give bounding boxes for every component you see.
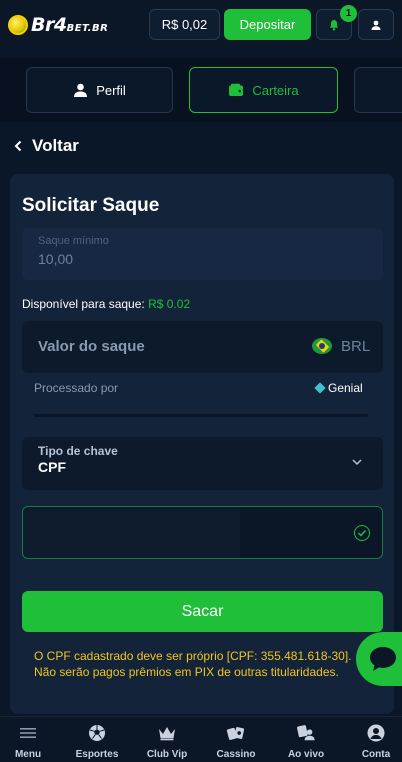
withdraw-amount-placeholder: Valor do saque bbox=[38, 338, 145, 355]
nav-conta-label: Conta bbox=[361, 749, 391, 760]
brazil-flag-icon bbox=[312, 338, 332, 354]
tab-more[interactable] bbox=[354, 67, 402, 113]
logo-text: Br4BET.BR bbox=[31, 14, 108, 36]
bell-icon bbox=[329, 19, 339, 30]
soccer-ball-icon bbox=[89, 725, 105, 741]
nav-menu[interactable]: Menu bbox=[10, 720, 46, 760]
divider bbox=[34, 414, 368, 417]
cards-icon bbox=[226, 727, 245, 740]
chat-bubble-icon bbox=[370, 647, 396, 671]
balance-display[interactable]: R$ 0,02 bbox=[149, 9, 220, 40]
crown-icon bbox=[159, 727, 175, 741]
cpf-warning-text: O CPF cadastrado deve ser próprio [CPF: … bbox=[34, 649, 352, 679]
min-withdraw-value: 10,00 bbox=[38, 251, 74, 267]
back-link[interactable]: Voltar bbox=[14, 133, 79, 159]
check-icon bbox=[357, 529, 367, 537]
nav-menu-label: Menu bbox=[14, 749, 42, 760]
wallet-icon bbox=[229, 83, 244, 96]
menu-icon bbox=[20, 728, 36, 738]
nav-cassino[interactable]: Cassino bbox=[213, 720, 259, 760]
user-icon bbox=[371, 20, 381, 30]
currency-label: BRL bbox=[341, 338, 371, 355]
nav-cassino-label: Cassino bbox=[216, 749, 256, 760]
balance-value: R$ 0,02 bbox=[161, 17, 208, 32]
chevron-left-icon bbox=[14, 140, 22, 152]
page-title: Solicitar Saque bbox=[22, 195, 160, 216]
chat-button[interactable] bbox=[356, 632, 402, 686]
logo-suffix-text: BET.BR bbox=[66, 23, 109, 34]
soccer-ball-logo-icon bbox=[8, 15, 28, 35]
diamond-icon bbox=[314, 382, 326, 394]
processor-name: Genial bbox=[314, 381, 363, 395]
user-icon bbox=[74, 83, 88, 97]
tab-carteira[interactable]: Carteira bbox=[189, 67, 338, 113]
logo-main-text: Br4 bbox=[31, 14, 67, 36]
live-dealer-icon bbox=[297, 725, 315, 741]
nav-conta[interactable]: Conta bbox=[358, 720, 394, 760]
processed-by-label: Processado por bbox=[34, 381, 119, 395]
nav-esportes-label: Esportes bbox=[75, 749, 119, 760]
available-amount: R$ 0.02 bbox=[148, 297, 191, 311]
key-type-label: Tipo de chave bbox=[38, 444, 118, 458]
nav-ao-vivo[interactable]: Ao vivo bbox=[283, 720, 329, 760]
check-circle-icon bbox=[354, 525, 370, 541]
back-label: Voltar bbox=[32, 136, 79, 155]
nav-club-vip-label: Club Vip bbox=[146, 749, 188, 760]
min-withdraw-label: Saque mínimo bbox=[38, 235, 109, 247]
available-label: Disponível para saque: bbox=[22, 297, 145, 311]
tab-carteira-label: Carteira bbox=[252, 82, 299, 98]
deposit-button[interactable]: Depositar bbox=[224, 9, 311, 40]
tab-perfil-label: Perfil bbox=[96, 82, 126, 98]
submit-withdraw-button[interactable]: Sacar bbox=[22, 591, 383, 632]
nav-esportes[interactable]: Esportes bbox=[72, 720, 122, 760]
chevron-down-icon bbox=[352, 459, 362, 466]
bottom-navigation bbox=[0, 716, 402, 762]
user-menu-button[interactable] bbox=[358, 9, 394, 40]
nav-ao-vivo-label: Ao vivo bbox=[287, 749, 325, 760]
brand-logo[interactable]: Br4BET.BR bbox=[8, 12, 108, 38]
account-icon bbox=[367, 724, 385, 742]
notification-badge: 1 bbox=[340, 5, 357, 22]
tab-perfil[interactable]: Perfil bbox=[26, 67, 173, 113]
nav-club-vip[interactable]: Club Vip bbox=[141, 720, 193, 760]
key-type-value: CPF bbox=[38, 459, 66, 475]
available-balance: Disponível para saque: R$ 0.02 bbox=[22, 297, 190, 311]
processor-label: Genial bbox=[328, 381, 363, 395]
